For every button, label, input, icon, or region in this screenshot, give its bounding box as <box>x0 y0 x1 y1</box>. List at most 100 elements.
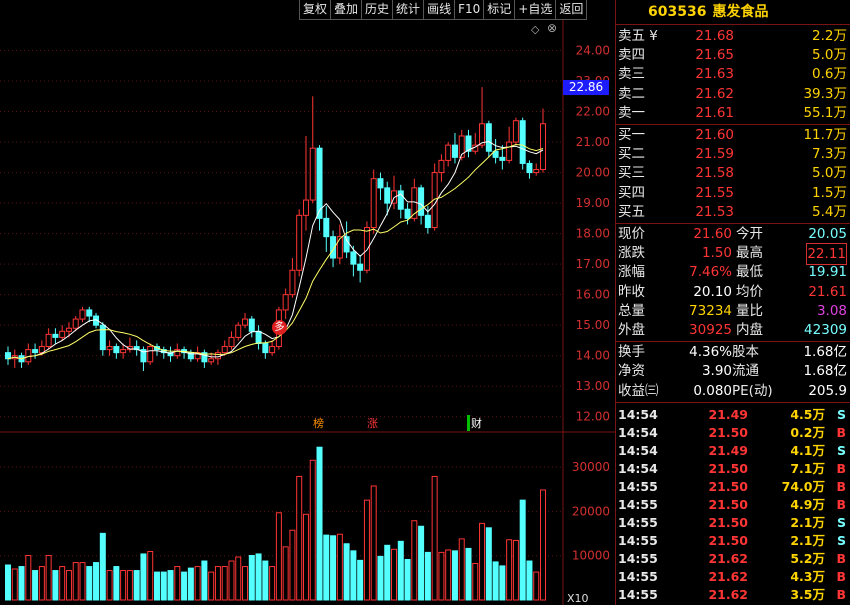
volume-bar <box>540 489 546 601</box>
kline-chart[interactable]: 24.0023.0022.0021.0020.0019.0018.0017.00… <box>0 0 615 605</box>
volume-bar <box>499 565 506 601</box>
volume-bar <box>93 562 100 601</box>
buy-level-row[interactable]: 买四 21.55 1.5万 <box>616 183 850 203</box>
sell-level-price: 21.68 <box>695 28 734 44</box>
tick-volume: 4.1万 <box>790 442 825 458</box>
volume-bar <box>269 566 276 601</box>
quote-row: 涨幅 7.46% 最低 19.91 <box>616 262 850 282</box>
quote-value: 20.05 <box>808 226 847 242</box>
candle-body <box>377 178 384 189</box>
volume-bar <box>187 567 194 601</box>
toolbar-item-6[interactable]: 标记 <box>483 0 516 20</box>
candle-body <box>485 123 492 152</box>
volume-bar <box>472 562 479 601</box>
volume-bar <box>438 551 445 601</box>
tick-row: 14:54 21.49 4.5万 S <box>616 406 850 424</box>
candle-body <box>79 309 86 320</box>
volume-axis-label: 20000 <box>572 504 610 518</box>
buy-level-volume: 7.3万 <box>812 146 847 163</box>
buy-level-row[interactable]: 买五 21.53 5.4万 <box>616 202 850 222</box>
tick-side: S <box>836 406 846 422</box>
quote-label: 最低 <box>736 264 763 281</box>
candle-body <box>120 349 127 354</box>
tick-price: 21.50 <box>708 478 748 494</box>
toolbar-item-2[interactable]: 历史 <box>361 0 394 20</box>
volume-bar <box>512 539 519 601</box>
sell-level-row[interactable]: 卖五 ¥ 21.68 2.2万 <box>616 26 850 46</box>
tick-time: 14:55 <box>618 478 658 494</box>
volume-bar <box>506 539 513 601</box>
sell-level-row[interactable]: 卖三 21.63 0.6万 <box>616 64 850 84</box>
quote-row: 现价 21.60 今开 20.05 <box>616 224 850 244</box>
close-icon[interactable]: ⊗ <box>547 21 557 35</box>
sell-level-label: 卖一 <box>618 104 645 121</box>
volume-bar <box>214 566 221 601</box>
quote-label: 今开 <box>736 226 763 242</box>
tick-row: 14:55 21.50 2.1万 S <box>616 532 850 550</box>
tick-side: B <box>836 478 846 494</box>
volume-bar <box>79 562 86 601</box>
quote-label: 现价 <box>618 226 645 242</box>
volume-bar <box>86 566 93 601</box>
quote-value: 7.46% <box>689 264 732 281</box>
candle-body <box>235 324 242 338</box>
volume-bar <box>18 566 25 601</box>
tick-volume: 4.5万 <box>790 406 825 422</box>
candle-body <box>262 342 269 354</box>
toolbar-item-5[interactable]: F10 <box>454 0 485 20</box>
quote-value: 1.68亿 <box>803 363 847 380</box>
tick-volume: 0.2万 <box>790 424 825 440</box>
buy-level-row[interactable]: 买一 21.60 11.7万 <box>616 125 850 145</box>
toolbar-item-3[interactable]: 统计 <box>392 0 425 20</box>
volume-bar <box>424 551 431 601</box>
volume-bar <box>255 553 262 601</box>
candle-body <box>445 144 452 161</box>
marker-cai[interactable]: 财 <box>467 415 482 431</box>
diamond-icon[interactable]: ◇ <box>531 23 539 36</box>
toolbar-item-0[interactable]: 复权 <box>299 0 332 20</box>
sell-level-volume: 0.6万 <box>812 66 847 83</box>
sell-level-row[interactable]: 卖四 21.65 5.0万 <box>616 45 850 65</box>
marker-bang[interactable]: 榜 <box>313 415 324 431</box>
volume-bar <box>113 566 120 601</box>
volume-bar <box>519 499 526 601</box>
candle-body <box>72 318 79 329</box>
toolbar-item-8[interactable]: 返回 <box>555 0 588 20</box>
volume-unit-label: X10 <box>567 592 589 605</box>
toolbar-item-7[interactable]: +自选 <box>514 0 557 20</box>
toolbar-item-1[interactable]: 叠加 <box>330 0 363 20</box>
sell-level-row[interactable]: 卖一 21.61 55.1万 <box>616 103 850 123</box>
quote-value: 21.61 <box>808 283 847 300</box>
volume-bar <box>72 562 79 601</box>
volume-bar <box>208 571 215 601</box>
volume-bar <box>445 549 452 601</box>
candle-body <box>106 346 113 351</box>
sell-level-volume: 2.2万 <box>812 28 847 44</box>
candle-body <box>363 227 370 271</box>
buy-level-label: 买四 <box>618 184 645 201</box>
buy-level-row[interactable]: 买三 21.58 5.0万 <box>616 163 850 183</box>
price-axis-label: 19.00 <box>576 196 610 210</box>
sell-level-row[interactable]: 卖二 21.62 39.3万 <box>616 84 850 104</box>
toolbar-item-4[interactable]: 画线 <box>423 0 456 20</box>
volume-bar <box>363 499 370 601</box>
signal-badge[interactable]: 多 <box>272 320 287 335</box>
quote-row: 换手 4.36% 股本 1.68亿 <box>616 342 850 362</box>
quote-label: 净资 <box>618 363 645 380</box>
candle-body <box>506 141 513 161</box>
sell-level-label: 卖二 <box>618 85 645 102</box>
sell-level-label: 卖四 <box>618 47 645 64</box>
sell-level-volume: 5.0万 <box>812 47 847 64</box>
tick-side: B <box>836 424 846 440</box>
marker-zhang[interactable]: 涨 <box>367 415 378 431</box>
candle-body <box>384 187 391 204</box>
price-axis-label: 20.00 <box>576 166 610 180</box>
tick-row: 14:55 21.50 4.9万 B <box>616 496 850 514</box>
buy-level-row[interactable]: 买二 21.59 7.3万 <box>616 144 850 164</box>
candle-body <box>540 123 546 171</box>
sell-level-volume: 55.1万 <box>803 104 847 121</box>
buy-level-price: 21.60 <box>695 127 734 143</box>
kline-chart-area[interactable]: 24.0023.0022.0021.0020.0019.0018.0017.00… <box>0 0 615 605</box>
volume-bar <box>59 566 66 601</box>
quote-label: 均价 <box>736 283 763 300</box>
